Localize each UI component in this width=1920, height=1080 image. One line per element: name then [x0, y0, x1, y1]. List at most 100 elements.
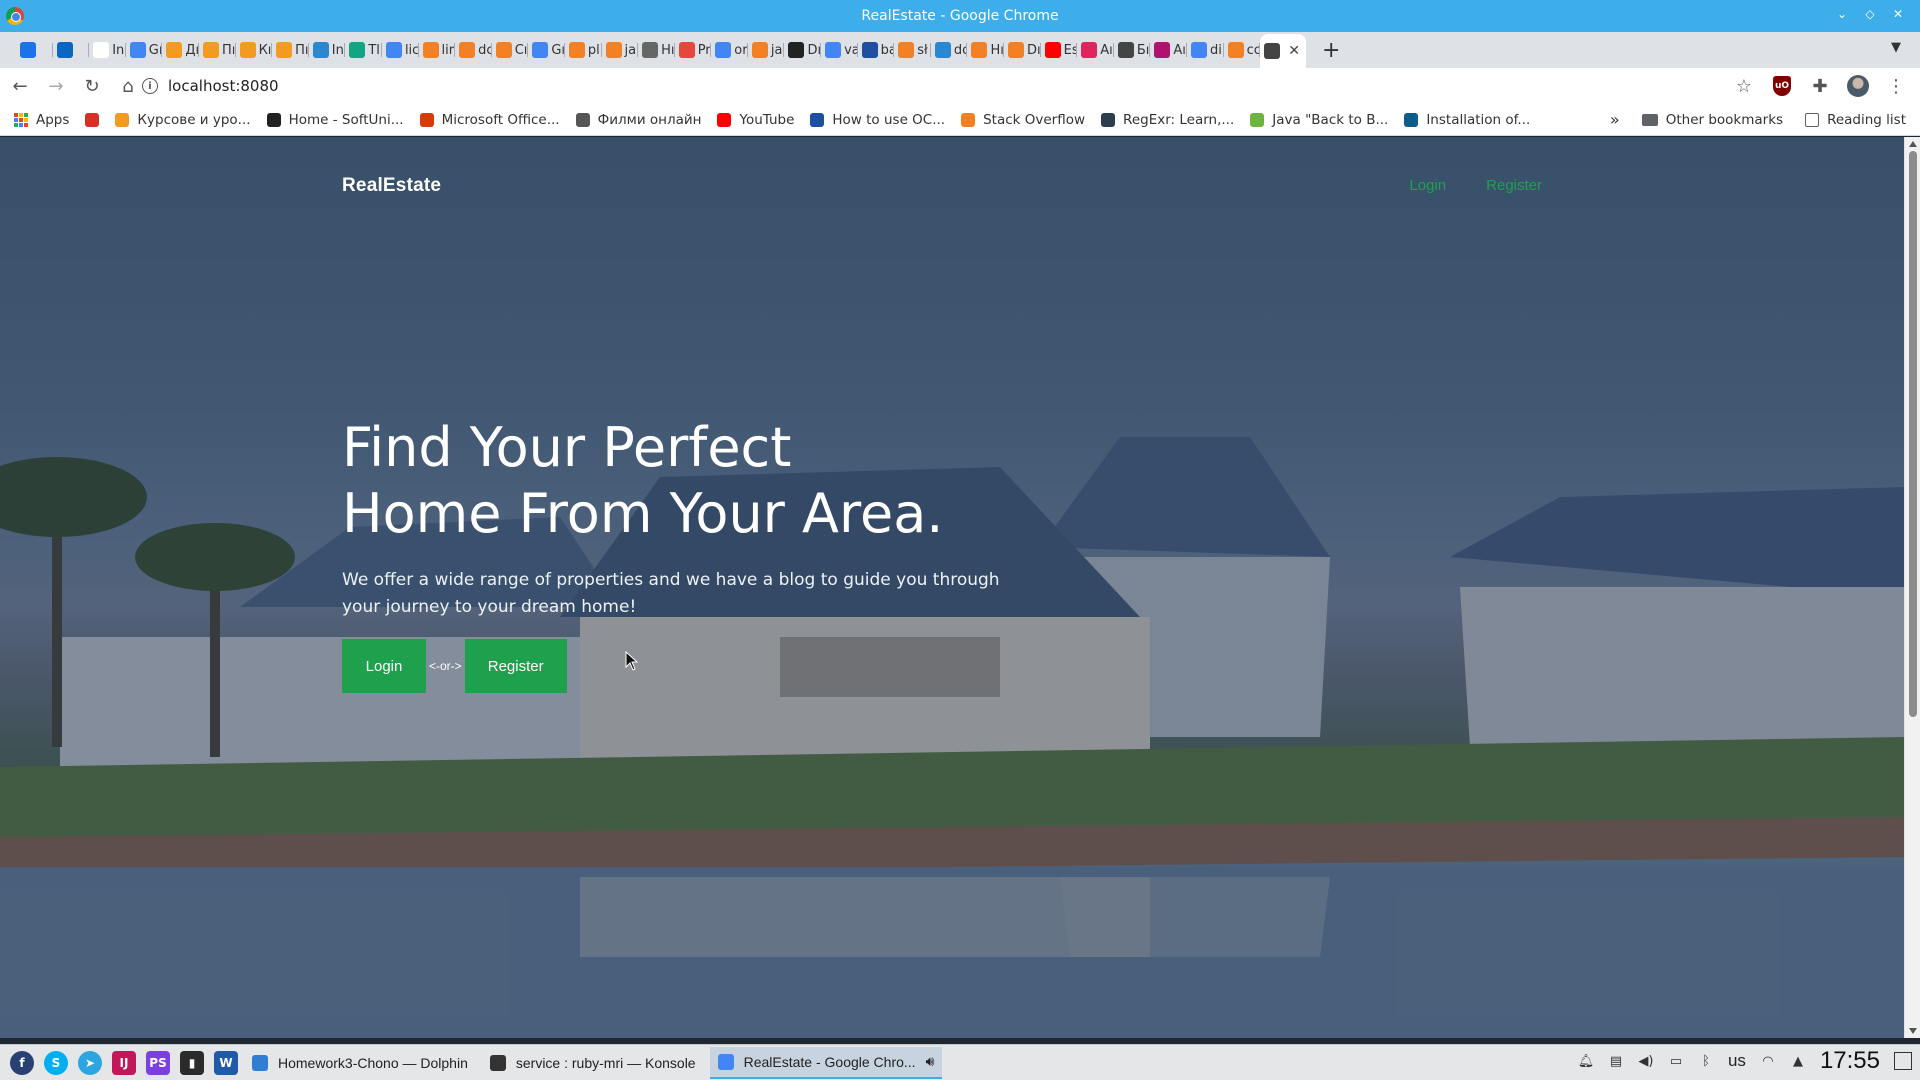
bookmark-item[interactable]: RegExr: Learn,...: [1101, 112, 1234, 128]
browser-tab[interactable]: dc: [931, 35, 967, 65]
browser-tab[interactable]: ja: [602, 35, 639, 65]
browser-tab[interactable]: va: [821, 35, 858, 65]
scrollbar-thumb[interactable]: [1909, 151, 1917, 717]
reading-list-button[interactable]: Reading list: [1805, 112, 1906, 128]
browser-tab[interactable]: lir: [419, 35, 456, 65]
wifi-icon[interactable]: ◠: [1760, 1053, 1776, 1069]
maximize-icon[interactable]: ◇: [1862, 6, 1878, 22]
clock[interactable]: 17:55: [1820, 1047, 1880, 1075]
browser-tab[interactable]: di: [1187, 35, 1224, 65]
webstorm-icon[interactable]: W: [214, 1050, 238, 1075]
bookmark-item[interactable]: Stack Overflow: [961, 112, 1085, 128]
tray-expand-icon[interactable]: ▲: [1790, 1053, 1806, 1069]
browser-tab[interactable]: lic: [382, 35, 419, 65]
nav-register-link[interactable]: Register: [1486, 177, 1542, 194]
browser-tab[interactable]: [16, 35, 53, 65]
keyboard-layout-indicator[interactable]: us: [1728, 1051, 1746, 1071]
browser-tab[interactable]: or: [711, 35, 748, 65]
scroll-down-arrow-icon[interactable]: [1909, 1028, 1917, 1034]
browser-tab[interactable]: Пı: [272, 35, 309, 65]
home-icon[interactable]: ⌂: [112, 70, 144, 102]
browser-tab[interactable]: dc: [455, 35, 492, 65]
clipboard-icon[interactable]: ▤: [1608, 1053, 1624, 1069]
browser-tab[interactable]: Бı: [1114, 35, 1151, 65]
tab-search-icon[interactable]: ▼: [1886, 40, 1906, 60]
hero-login-button[interactable]: Login: [342, 639, 426, 693]
back-icon[interactable]: ←: [4, 70, 36, 102]
bluetooth-icon[interactable]: ᛒ: [1698, 1053, 1714, 1069]
browser-tab[interactable]: Aı: [1150, 35, 1187, 65]
globe-icon: [1117, 42, 1134, 58]
forward-icon[interactable]: →: [40, 70, 72, 102]
browser-tab[interactable]: Hı: [967, 35, 1004, 65]
site-brand-logo[interactable]: RealEstate: [342, 175, 441, 197]
taskbar-task[interactable]: RealEstate - Google Chro... 🔊︎: [709, 1046, 943, 1079]
browser-tab[interactable]: Дı: [162, 35, 199, 65]
browser-tab[interactable]: cc: [1224, 35, 1260, 65]
bookmark-item[interactable]: Microsoft Office...: [419, 112, 560, 128]
browser-tab[interactable]: Gı: [126, 35, 162, 65]
nav-login-link[interactable]: Login: [1409, 177, 1446, 194]
terminal-app-icon[interactable]: ▮: [180, 1050, 204, 1075]
browser-tab[interactable]: In: [89, 35, 126, 65]
browser-tab[interactable]: ja: [748, 35, 785, 65]
browser-tab[interactable]: In: [309, 35, 346, 65]
page-scrollbar[interactable]: [1904, 137, 1920, 1038]
bookmark-item[interactable]: Филми онлайн: [575, 112, 701, 128]
browser-tab[interactable]: Hı: [638, 35, 675, 65]
browser-tab[interactable]: ba: [858, 35, 894, 65]
minimize-icon[interactable]: ⌄: [1834, 6, 1850, 22]
bookmark-item[interactable]: [85, 112, 100, 127]
other-bookmarks-folder[interactable]: Other bookmarks: [1641, 112, 1783, 128]
scroll-up-arrow-icon[interactable]: [1909, 141, 1917, 147]
volume-icon[interactable]: ◀): [1638, 1053, 1654, 1069]
browser-tab[interactable]: pl: [565, 35, 602, 65]
tab-close-icon[interactable]: ✕: [1288, 43, 1300, 59]
browser-tab[interactable]: Dı: [784, 35, 821, 65]
hero-register-button[interactable]: Register: [464, 639, 567, 693]
taskbar-task[interactable]: Homework3-Chono — Dolphin: [244, 1047, 476, 1079]
hero-title: Find Your Perfect Home From Your Area.: [342, 415, 1162, 547]
show-desktop-button[interactable]: [1894, 1052, 1912, 1070]
extensions-puzzle-icon[interactable]: ✚: [1804, 70, 1836, 102]
browser-tab[interactable]: sł: [894, 35, 931, 65]
tab-active[interactable]: ✕: [1260, 34, 1307, 68]
bookmark-star-icon[interactable]: ☆: [1728, 70, 1760, 102]
close-icon[interactable]: ✕: [1890, 6, 1906, 22]
browser-tab[interactable]: Pr: [675, 35, 712, 65]
skype-icon[interactable]: S: [44, 1050, 68, 1075]
office-icon: [419, 112, 434, 127]
browser-tab[interactable]: Cı: [492, 35, 529, 65]
taskbar-task[interactable]: service : ruby-mri — Konsole: [482, 1047, 704, 1079]
bookmark-item[interactable]: YouTube: [717, 112, 794, 128]
new-tab-button[interactable]: +: [1316, 38, 1346, 63]
intellij-icon[interactable]: IJ: [112, 1050, 136, 1075]
bookmark-item[interactable]: Apps: [14, 112, 69, 128]
browser-tab[interactable]: Aı: [1077, 35, 1114, 65]
browser-tab[interactable]: Пı: [199, 35, 236, 65]
bookmark-item[interactable]: Java "Back to B...: [1250, 112, 1388, 128]
url-text[interactable]: localhost:8080: [168, 77, 279, 95]
telegram-icon[interactable]: ➤: [78, 1050, 102, 1075]
profile-button[interactable]: [1842, 70, 1874, 102]
bookmark-item[interactable]: How to use OC...: [810, 112, 945, 128]
bookmark-item[interactable]: Курсове и уро...: [115, 112, 251, 128]
ublock-extension-button[interactable]: uO: [1766, 70, 1798, 102]
bookmark-item[interactable]: Installation of...: [1404, 112, 1530, 128]
menu-kebab-icon[interactable]: ⋮: [1880, 70, 1912, 102]
phpstorm-icon[interactable]: PS: [146, 1050, 170, 1075]
browser-tab[interactable]: Кı: [236, 35, 273, 65]
site-info-icon[interactable]: i: [142, 78, 158, 94]
battery-icon[interactable]: ▭: [1668, 1053, 1684, 1069]
browser-tab[interactable]: Gı: [528, 35, 565, 65]
bookmark-item[interactable]: Home - SoftUni...: [266, 112, 404, 128]
fedora-launcher-icon[interactable]: f: [10, 1050, 34, 1075]
browser-tab[interactable]: Dı: [1004, 35, 1041, 65]
bookmarks-overflow-button[interactable]: »: [1610, 110, 1620, 129]
address-bar[interactable]: i localhost:8080: [142, 71, 1782, 101]
browser-tab[interactable]: [53, 35, 90, 65]
browser-tab[interactable]: Es: [1041, 35, 1077, 65]
reload-icon[interactable]: ↻: [76, 70, 108, 102]
browser-tab[interactable]: Tl: [345, 35, 382, 65]
notifications-icon[interactable]: 🔔︎: [1578, 1053, 1595, 1069]
